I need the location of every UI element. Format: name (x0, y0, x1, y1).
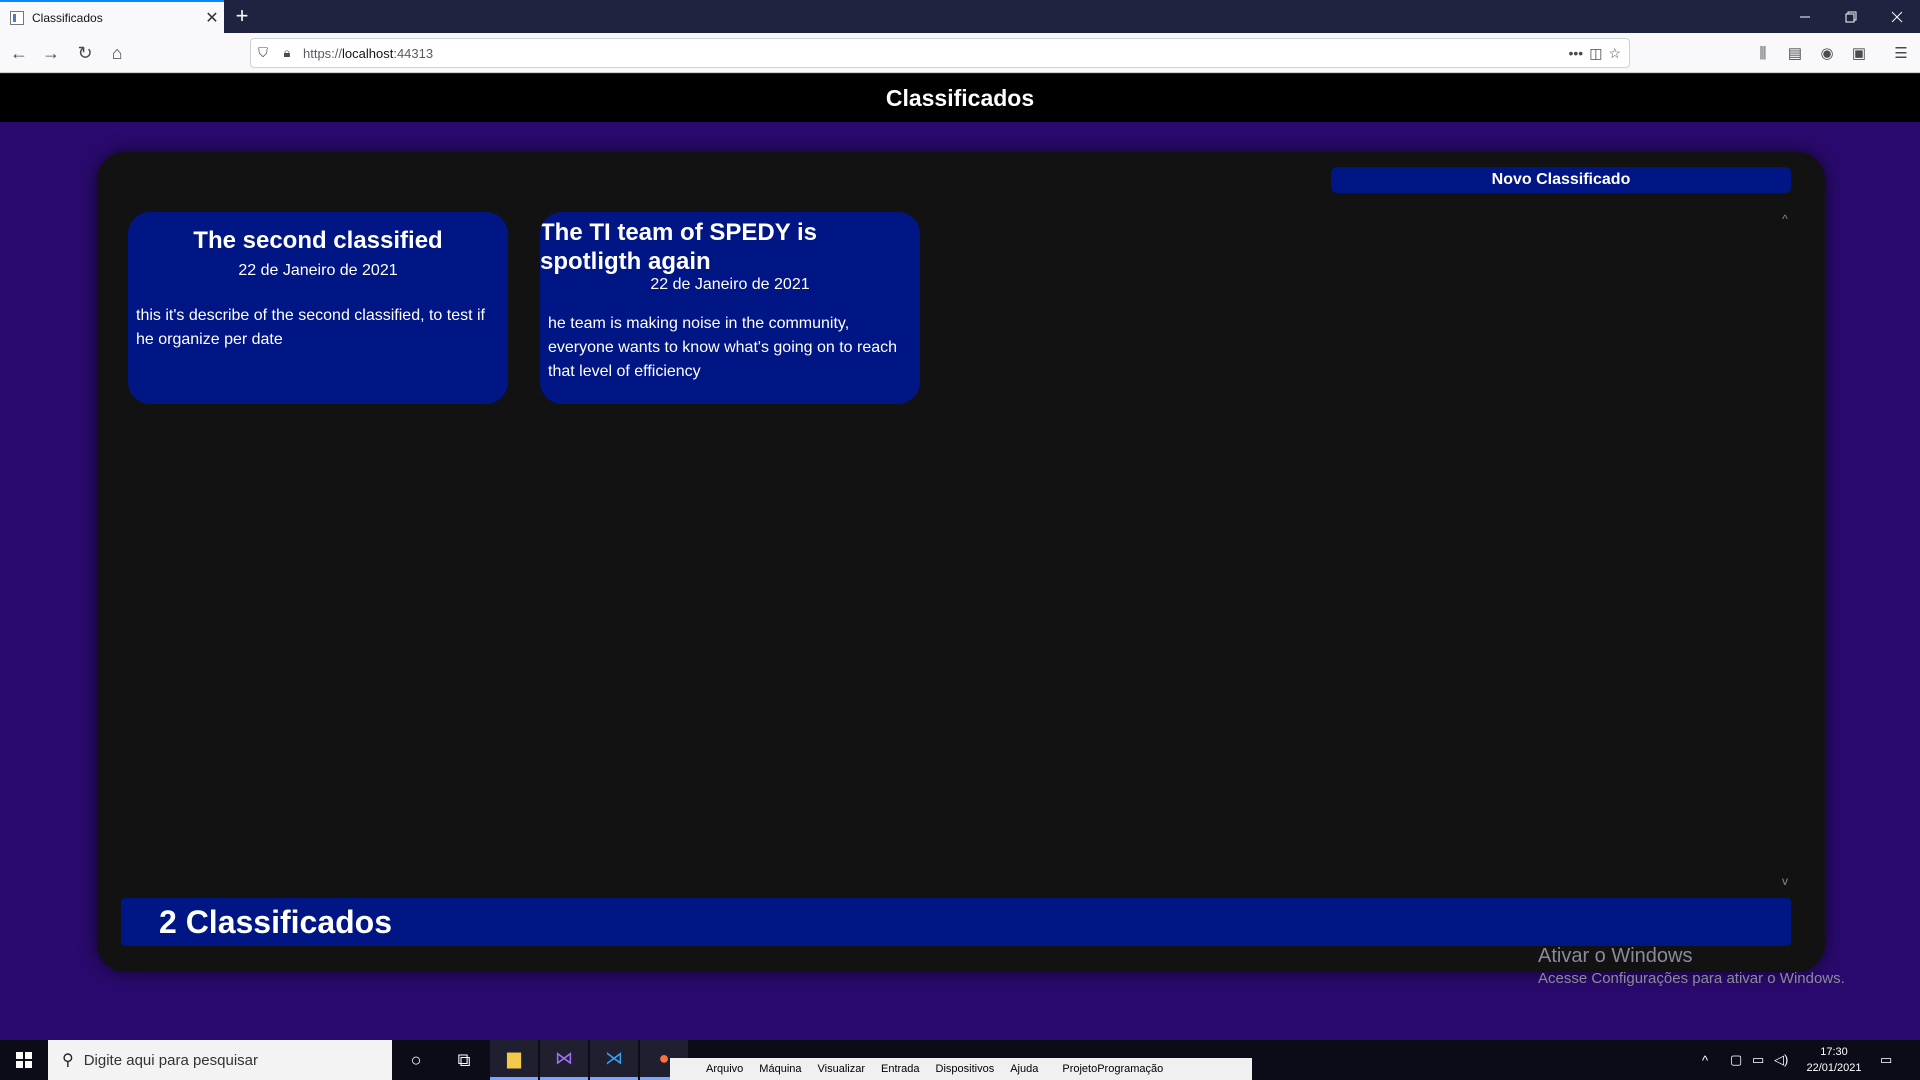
library-icon[interactable]: ⫼ (1750, 40, 1776, 66)
classified-title: The TI team of SPEDY is spotligth again (540, 219, 817, 275)
home-icon[interactable]: ⌂ (104, 40, 130, 66)
new-tab-button[interactable]: + (230, 4, 254, 28)
vscode-icon[interactable]: ⋊ (590, 1040, 638, 1080)
network-icon[interactable]: ▭ (1752, 1040, 1764, 1080)
search-placeholder: Digite aqui para pesquisar (83, 1051, 258, 1069)
classifieds-panel: Novo Classificado ^ v The second classif… (97, 152, 1825, 972)
vm-menu-entrada[interactable]: Entrada (881, 1063, 920, 1075)
clock-date: 22/01/2021 (1806, 1062, 1862, 1074)
close-window-icon[interactable] (1874, 0, 1920, 33)
classified-description: he team is making noise in the community… (548, 315, 898, 380)
new-classified-button[interactable]: Novo Classificado (1331, 167, 1791, 193)
vm-name: ProjetoProgramação (1062, 1063, 1164, 1075)
reload-icon[interactable]: ↻ (72, 40, 98, 66)
back-arrow-icon[interactable]: ← (6, 40, 32, 66)
bookmark-star-icon[interactable]: ☆ (1608, 45, 1621, 62)
menu-hamburger-icon[interactable]: ☰ (1888, 40, 1914, 66)
vm-menu-maquina[interactable]: Máquina (759, 1063, 801, 1075)
vm-menu-visualizar[interactable]: Visualizar (818, 1063, 866, 1075)
volume-icon[interactable]: ◁) (1774, 1040, 1788, 1080)
url-bar[interactable]: ⛉ 🔒︎ https://localhost:44313 ••• ◫ ☆ (250, 38, 1630, 68)
cortana-circle-icon[interactable]: ○ (392, 1040, 440, 1080)
classified-card[interactable]: The TI team of SPEDY is spotligth again … (540, 212, 920, 404)
url-prefix: https:// (303, 45, 343, 61)
classifieds-count-bar: 2 Classificados (121, 898, 1791, 946)
page-title: Classificados (885, 84, 1035, 111)
account-icon[interactable]: ◉ (1814, 40, 1840, 66)
page-actions-icon[interactable]: ••• (1568, 45, 1583, 62)
windows-activation-watermark: Ativar o Windows Acesse Configurações pa… (1538, 945, 1845, 987)
tab-classificados[interactable]: Classificados ✕ (0, 0, 224, 33)
classified-date: 22 de Janeiro de 2021 (238, 262, 398, 279)
tab-title: Classificados (32, 10, 103, 25)
browser-tabstrip: Classificados ✕ + (0, 0, 1920, 33)
sidebar-icon[interactable]: ▤ (1782, 40, 1808, 66)
vm-menu-ajuda[interactable]: Ajuda (1010, 1063, 1038, 1075)
page-favicon-icon (10, 10, 24, 25)
classified-description: this it's describe of the second classif… (136, 307, 485, 348)
url-text[interactable]: https://localhost:44313 (303, 46, 1568, 61)
classified-date: 22 de Janeiro de 2021 (650, 276, 810, 293)
close-tab-icon[interactable]: ✕ (200, 8, 224, 28)
lock-warning-icon[interactable]: 🔒︎ (275, 45, 299, 61)
file-explorer-icon[interactable]: ▆ (490, 1040, 538, 1080)
browser-navbar: ← → ↻ ⌂ ⛉ 🔒︎ https://localhost:44313 •••… (0, 33, 1920, 73)
tray-chevron-up-icon[interactable]: ^ (1702, 1040, 1708, 1080)
windows-start-icon[interactable] (0, 1040, 48, 1080)
url-host: localhost (342, 45, 394, 61)
restore-icon[interactable] (1828, 0, 1874, 33)
clock-time: 17:30 (1820, 1046, 1848, 1058)
pocket-icon[interactable]: ◫ (1589, 45, 1602, 62)
visual-studio-icon[interactable]: ⋈ (540, 1040, 588, 1080)
task-view-icon[interactable]: ⧉ (440, 1040, 488, 1080)
minimize-icon[interactable] (1782, 0, 1828, 33)
scroll-up-arrow-icon[interactable]: ^ (1777, 212, 1793, 226)
classified-card[interactable]: The second classified 22 de Janeiro de 2… (128, 212, 508, 404)
vm-menu-dispositivos[interactable]: Dispositivos (936, 1063, 995, 1075)
forward-arrow-icon[interactable]: → (38, 40, 64, 66)
taskbar-search-box[interactable]: ⚲ Digite aqui para pesquisar (48, 1040, 392, 1080)
vm-menu-bar: Arquivo Máquina Visualizar Entrada Dispo… (670, 1058, 1252, 1080)
classified-title: The second classified (193, 227, 443, 254)
notifications-icon[interactable]: ▭ (1880, 1040, 1892, 1080)
tray-device-icon[interactable]: ▢ (1730, 1040, 1742, 1080)
shield-icon[interactable]: ⛉ (251, 45, 275, 61)
translate-extension-icon[interactable]: ▣ (1846, 40, 1872, 66)
vm-menu-arquivo[interactable]: Arquivo (706, 1063, 743, 1075)
classifieds-count: 2 Classificados (159, 903, 392, 940)
url-port: :44313 (393, 45, 434, 61)
app-header: Classificados (0, 74, 1920, 122)
watermark-title: Ativar o Windows (1538, 945, 1693, 967)
watermark-subtitle: Acesse Configurações para ativar o Windo… (1538, 970, 1845, 987)
taskbar-clock[interactable]: 17:30 22/01/2021 (1794, 1044, 1874, 1076)
scroll-down-arrow-icon[interactable]: v (1777, 874, 1793, 888)
search-icon: ⚲ (62, 1052, 74, 1069)
